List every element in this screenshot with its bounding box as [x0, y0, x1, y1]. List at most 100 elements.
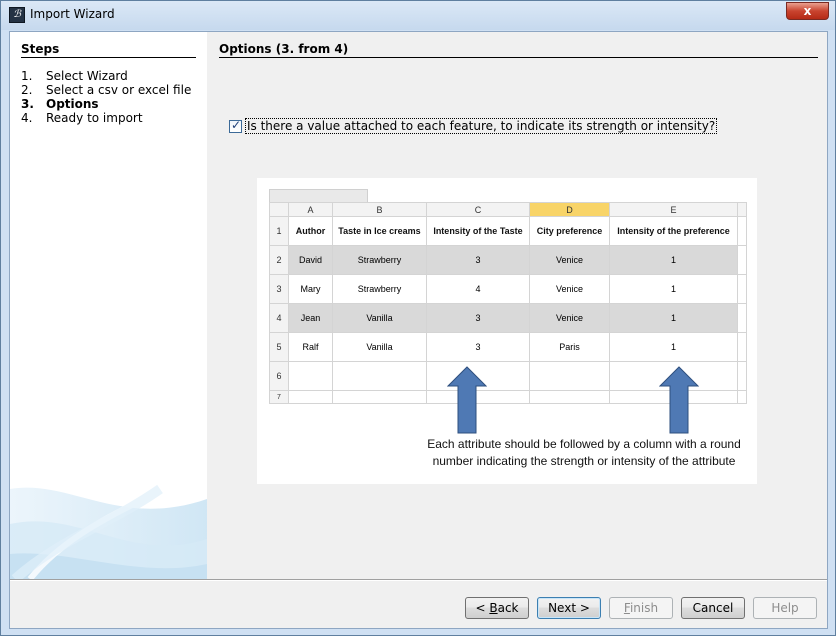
decorative-swoosh-graphic — [10, 476, 207, 579]
step-item-options: 3. Options — [21, 97, 191, 111]
caption-line: number indicating the strength or intens… — [432, 454, 736, 468]
sheet-cell: 1 — [609, 303, 738, 333]
sheet-cell — [332, 390, 427, 404]
step-item-select-wizard: 1. Select Wizard — [21, 69, 191, 83]
corner-cell — [269, 202, 289, 217]
wizard-client-area: Steps 1. Select Wizard 2. Select a csv or … — [9, 31, 828, 629]
checkmark-icon: ✓ — [231, 118, 242, 132]
sheet-cell-filler — [737, 245, 747, 275]
step-item-ready-to-import: 4. Ready to import — [21, 111, 191, 125]
sheet-cell-filler — [737, 274, 747, 304]
spreadsheet-illustration: A B C D E 1 Author Taste in Ice creams I… — [257, 178, 757, 484]
sheet-cell: Jean — [288, 303, 333, 333]
sheet-cell-filler — [737, 332, 747, 362]
step-label: Ready to import — [46, 111, 143, 125]
sheet-cell: 3 — [426, 245, 530, 275]
intensity-checkbox-label[interactable]: Is there a value attached to each featur… — [245, 118, 718, 134]
sheet-cell: David — [288, 245, 333, 275]
page-title: Options (3. from 4) — [219, 42, 349, 56]
steps-panel: Steps 1. Select Wizard 2. Select a csv or … — [10, 32, 207, 579]
sheet-cell: 1 — [609, 274, 738, 304]
row-number: 4 — [269, 303, 289, 333]
step-item-select-file: 2. Select a csv or excel file — [21, 83, 191, 97]
column-header-filler — [737, 202, 747, 217]
sheet-cell: Vanilla — [332, 332, 427, 362]
sheet-cell: 1 — [609, 332, 738, 362]
sheet-cell — [332, 361, 427, 391]
intensity-checkbox[interactable]: ✓ — [229, 118, 242, 133]
sheet-cell: 4 — [426, 274, 530, 304]
finish-button-rest: inish — [629, 601, 659, 615]
step-number: 1. — [21, 69, 33, 83]
step-number: 2. — [21, 83, 33, 97]
sheet-cell: Strawberry — [332, 245, 427, 275]
step-number: 3. — [21, 97, 34, 111]
sheet-cell: 1 — [609, 245, 738, 275]
column-header: C — [426, 202, 530, 217]
footer-divider-highlight — [10, 580, 827, 581]
sheet-cell — [529, 361, 610, 391]
sheet-cell: Mary — [288, 274, 333, 304]
sheet-row: 1 Author Taste in Ice creams Intensity o… — [269, 216, 747, 246]
sheet-cell-filler — [737, 361, 747, 391]
options-divider — [219, 57, 818, 58]
sheet-row: 5 Ralf Vanilla 3 Paris 1 — [269, 332, 747, 362]
up-arrow-icon — [659, 366, 699, 434]
sheet-cell — [529, 390, 610, 404]
sheet-cell: Intensity of the Taste — [426, 216, 530, 246]
sheet-row: 2 David Strawberry 3 Venice 1 — [269, 245, 747, 275]
column-header: B — [332, 202, 427, 217]
close-button[interactable]: x — [786, 2, 829, 20]
row-number: 1 — [269, 216, 289, 246]
illustration-caption: Each attribute should be followed by a c… — [419, 436, 749, 470]
step-label: Select a csv or excel file — [46, 83, 192, 97]
sheet-cell-filler — [737, 216, 747, 246]
sheet-cell: Taste in Ice creams — [332, 216, 427, 246]
sheet-cell: 3 — [426, 332, 530, 362]
column-header: E — [609, 202, 738, 217]
sheet-cell: Author — [288, 216, 333, 246]
steps-divider — [21, 57, 196, 58]
steps-list: 1. Select Wizard 2. Select a csv or excel … — [21, 69, 191, 125]
step-label: Select Wizard — [46, 69, 128, 83]
back-button-rest: ack — [497, 601, 519, 615]
next-button[interactable]: Next > — [537, 597, 601, 619]
row-number: 6 — [269, 361, 289, 391]
import-wizard-window: ℬ Import Wizard x Steps 1. Select Wizard … — [0, 0, 836, 636]
column-header-row: A B C D E — [269, 202, 747, 217]
sheet-cell — [288, 390, 333, 404]
app-icon: ℬ — [9, 7, 25, 23]
sheet-cell: Intensity of the preference — [609, 216, 738, 246]
sheet-row: 4 Jean Vanilla 3 Venice 1 — [269, 303, 747, 333]
row-number: 7 — [269, 390, 289, 404]
sheet-cell: Vanilla — [332, 303, 427, 333]
sheet-cell: 3 — [426, 303, 530, 333]
back-button[interactable]: < Back — [465, 597, 529, 619]
sheet-tab-strip — [269, 189, 368, 202]
back-button-prefix: < — [475, 601, 490, 615]
steps-title: Steps — [21, 42, 60, 56]
window-title: Import Wizard — [30, 7, 115, 21]
column-header: A — [288, 202, 333, 217]
sheet-cell: Paris — [529, 332, 610, 362]
step-label: Options — [46, 97, 99, 111]
help-button[interactable]: Help — [753, 597, 817, 619]
sheet-cell: City preference — [529, 216, 610, 246]
sheet-cell-filler — [737, 303, 747, 333]
title-bar[interactable]: ℬ Import Wizard x — [1, 1, 835, 30]
finish-button[interactable]: Finish — [609, 597, 673, 619]
row-number: 5 — [269, 332, 289, 362]
sheet-cell: Venice — [529, 245, 610, 275]
sheet-cell — [288, 361, 333, 391]
row-number: 3 — [269, 274, 289, 304]
up-arrow-icon — [447, 366, 487, 434]
sheet-cell: Strawberry — [332, 274, 427, 304]
step-number: 4. — [21, 111, 33, 125]
caption-line: Each attribute should be followed by a c… — [427, 437, 741, 451]
sheet-cell: Ralf — [288, 332, 333, 362]
sheet-cell: Venice — [529, 303, 610, 333]
sheet-cell: Venice — [529, 274, 610, 304]
column-header-selected: D — [529, 202, 610, 217]
close-icon: x — [803, 4, 812, 18]
cancel-button[interactable]: Cancel — [681, 597, 745, 619]
